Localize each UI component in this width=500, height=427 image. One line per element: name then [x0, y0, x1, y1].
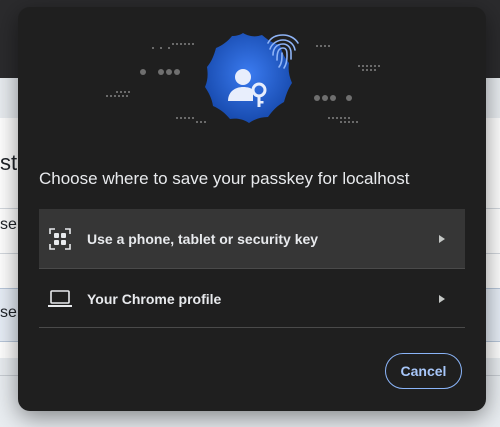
dialog-title: Choose where to save your passkey for lo…: [39, 169, 410, 188]
option-phone-tablet-security-key[interactable]: Use a phone, tablet or security key: [39, 209, 465, 268]
option-label: Your Chrome profile: [87, 290, 222, 307]
page-heading: st: [0, 150, 18, 175]
passkey-illustration: [106, 33, 380, 123]
passkey-dialog: Choose where to save your passkey for lo…: [18, 7, 486, 411]
qr-code-icon: [48, 227, 72, 251]
page-input-1-text: se: [0, 216, 17, 233]
cancel-button[interactable]: Cancel: [385, 353, 462, 389]
page-input-2-text: se: [0, 304, 17, 321]
option-label: Use a phone, tablet or security key: [87, 230, 319, 247]
chevron-right-icon: [437, 294, 447, 304]
chevron-right-icon: [437, 234, 447, 244]
option-chrome-profile[interactable]: Your Chrome profile: [39, 268, 465, 328]
options-divider: [39, 327, 465, 328]
laptop-icon: [48, 287, 72, 311]
